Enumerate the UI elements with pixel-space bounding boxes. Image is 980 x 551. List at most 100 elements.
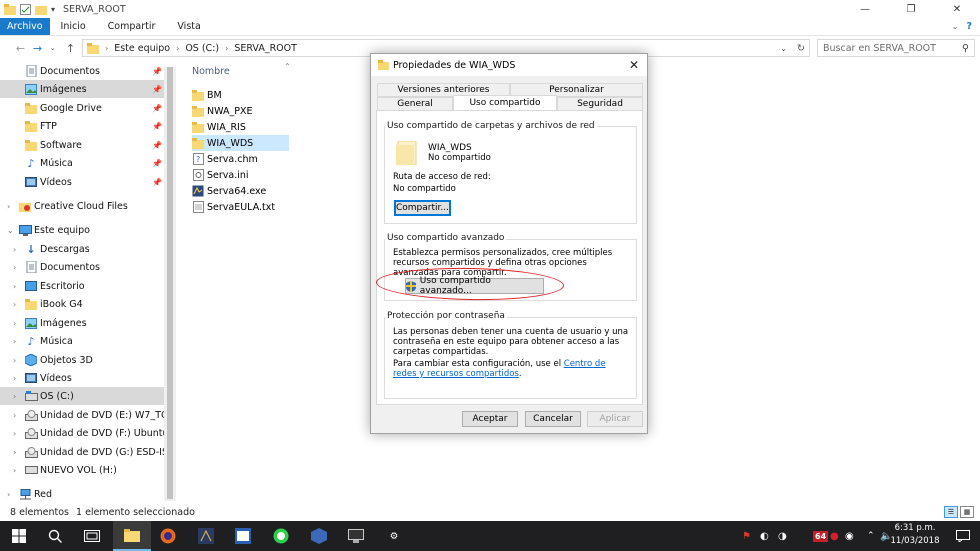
virtualbox-taskbar-icon[interactable]: [300, 521, 338, 551]
sidebar-item-musica[interactable]: ♪ Música 📌: [0, 154, 176, 172]
large-icons-view-icon[interactable]: ▦: [960, 506, 974, 518]
chevron-right-icon[interactable]: ›: [13, 466, 16, 475]
sidebar-item-videos[interactable]: Vídeos 📌: [0, 173, 176, 191]
column-header-name[interactable]: Nombre ⌃: [192, 62, 291, 77]
cancel-button[interactable]: Cancelar: [525, 411, 581, 427]
taskbar-clock[interactable]: 6:31 p.m. 11/03/2018: [887, 522, 943, 548]
sidebar-item-imagenes-pc[interactable]: › Imágenes: [0, 314, 176, 332]
sidebar-item-dvd-g[interactable]: › Unidad de DVD (G:) ESD-ISO: [0, 443, 176, 461]
sidebar-item-ftp[interactable]: FTP 📌: [0, 117, 176, 135]
chevron-right-icon[interactable]: ›: [13, 300, 16, 309]
ok-button[interactable]: Aceptar: [462, 411, 518, 427]
sidebar-item-software[interactable]: Software 📌: [0, 136, 176, 154]
flag-icon[interactable]: ⚑: [742, 531, 751, 542]
chevron-right-icon[interactable]: ›: [13, 356, 16, 365]
file-item-wia-ris[interactable]: WIA_RIS: [192, 119, 289, 135]
chevron-right-icon[interactable]: ›: [7, 490, 10, 499]
expand-ribbon-icon[interactable]: ⌄: [952, 22, 959, 31]
properties-icon[interactable]: [20, 3, 31, 15]
pin-icon[interactable]: 📌: [152, 67, 162, 76]
app-tray-icon[interactable]: ●: [830, 531, 839, 542]
sidebar-item-descargas[interactable]: › ↓ Descargas: [0, 240, 176, 258]
sidebar-item-documentos-pc[interactable]: › Documentos: [0, 258, 176, 276]
file-item-serva64-exe[interactable]: Serva64.exe: [192, 183, 289, 199]
pin-icon[interactable]: 📌: [152, 159, 162, 168]
breadcrumb-este-equipo[interactable]: Este equipo: [114, 43, 170, 54]
tab-vista[interactable]: Vista: [166, 18, 211, 35]
chevron-down-icon[interactable]: ⌄: [780, 44, 787, 53]
notifications-icon[interactable]: [946, 521, 980, 551]
tab-compartir[interactable]: Compartir: [97, 18, 167, 35]
sidebar-item-videos-pc[interactable]: › Vídeos: [0, 369, 176, 387]
sidebar-item-dvd-f[interactable]: › Unidad de DVD (F:) Ubuntu 12.: [0, 424, 176, 442]
close-button[interactable]: ✕: [934, 0, 980, 18]
file-item-bm[interactable]: BM: [192, 87, 289, 103]
breadcrumb-os-c[interactable]: OS (C:): [185, 43, 219, 54]
app-tray-icon[interactable]: ◉: [845, 531, 854, 542]
scrollbar-thumb[interactable]: [167, 67, 173, 499]
sidebar-item-creative-cloud[interactable]: › Creative Cloud Files: [0, 197, 176, 215]
sidebar-item-musica-pc[interactable]: › ♪ Música: [0, 332, 176, 350]
app-taskbar-icon[interactable]: [337, 521, 375, 551]
tab-archivo[interactable]: Archivo: [0, 18, 50, 35]
chevron-right-icon[interactable]: ›: [13, 392, 16, 401]
customize-quick-access-icon[interactable]: ▾: [51, 5, 55, 14]
tab-seguridad[interactable]: Seguridad: [557, 97, 643, 111]
details-view-icon[interactable]: ☰: [944, 506, 958, 518]
show-hidden-icons-icon[interactable]: ⌃: [867, 531, 875, 541]
chevron-right-icon[interactable]: ›: [13, 282, 16, 291]
pin-icon[interactable]: 📌: [152, 141, 162, 150]
app-taskbar-icon[interactable]: [224, 521, 262, 551]
pin-icon[interactable]: 📌: [152, 85, 162, 94]
apply-button[interactable]: Aplicar: [587, 411, 643, 427]
sidebar-item-objetos-3d[interactable]: › Objetos 3D: [0, 351, 176, 369]
chevron-right-icon[interactable]: ›: [13, 337, 16, 346]
back-button[interactable]: ←: [12, 38, 29, 58]
file-item-serva-chm[interactable]: ? Serva.chm: [192, 151, 289, 167]
chevron-right-icon[interactable]: ›: [13, 374, 16, 383]
task-view-button[interactable]: [73, 521, 111, 551]
minimize-button[interactable]: —: [842, 0, 888, 18]
settings-taskbar-icon[interactable]: ⚙: [375, 521, 413, 551]
sidebar-item-imagenes[interactable]: Imágenes 📌: [0, 80, 176, 98]
chevron-right-icon[interactable]: ›: [13, 411, 16, 420]
dialog-close-icon[interactable]: ✕: [629, 58, 639, 72]
tab-inicio[interactable]: Inicio: [50, 18, 97, 35]
recent-locations-button[interactable]: ⌄: [44, 38, 61, 58]
pin-icon[interactable]: 📌: [152, 104, 162, 113]
sidebar-item-nuevo-vol[interactable]: › NUEVO VOL (H:): [0, 461, 176, 479]
file-item-servaeula-txt[interactable]: ServaEULA.txt: [192, 199, 289, 215]
file-item-wia-wds[interactable]: WIA_WDS: [192, 135, 289, 151]
maximize-button[interactable]: ❐: [888, 0, 934, 18]
app-taskbar-icon[interactable]: [187, 521, 225, 551]
sidebar-item-google-drive[interactable]: Google Drive 📌: [0, 99, 176, 117]
file-item-serva-ini[interactable]: Serva.ini: [192, 167, 289, 183]
chevron-right-icon[interactable]: ›: [7, 202, 10, 211]
search-box[interactable]: Buscar en SERVA_ROOT ⚲: [817, 39, 975, 57]
sidebar-item-os-c[interactable]: › OS (C:): [0, 387, 176, 405]
firefox-taskbar-icon[interactable]: [149, 521, 187, 551]
sidebar-item-escritorio[interactable]: › Escritorio: [0, 277, 176, 295]
refresh-icon[interactable]: ↻: [797, 43, 805, 54]
search-taskbar-button[interactable]: [36, 521, 74, 551]
start-button[interactable]: [0, 521, 38, 551]
badge-64-icon[interactable]: 64: [813, 530, 829, 542]
pin-icon[interactable]: 📌: [152, 178, 162, 187]
chevron-down-icon[interactable]: ⌄: [7, 226, 14, 235]
sidebar-scrollbar[interactable]: [164, 67, 176, 501]
sidebar-item-documentos[interactable]: Documentos 📌: [0, 62, 176, 80]
sidebar-item-red[interactable]: › Red: [0, 485, 176, 502]
chevron-right-icon[interactable]: ›: [13, 448, 16, 457]
chevron-right-icon[interactable]: ›: [13, 245, 16, 254]
whatsapp-taskbar-icon[interactable]: [262, 521, 300, 551]
search-input[interactable]: Buscar en SERVA_ROOT: [823, 43, 936, 54]
file-item-nwa-pxe[interactable]: NWA_PXE: [192, 103, 289, 119]
breadcrumb-serva-root[interactable]: SERVA_ROOT: [234, 43, 297, 54]
new-folder-icon[interactable]: [35, 4, 47, 15]
chevron-right-icon[interactable]: ›: [13, 263, 16, 272]
tab-general[interactable]: General: [377, 97, 453, 111]
app-tray-icon[interactable]: ◑: [778, 531, 787, 542]
sidebar-item-ibook-g4[interactable]: › iBook G4: [0, 295, 176, 313]
tab-uso-compartido[interactable]: Uso compartido: [453, 95, 557, 110]
file-explorer-taskbar-icon[interactable]: [113, 521, 151, 551]
